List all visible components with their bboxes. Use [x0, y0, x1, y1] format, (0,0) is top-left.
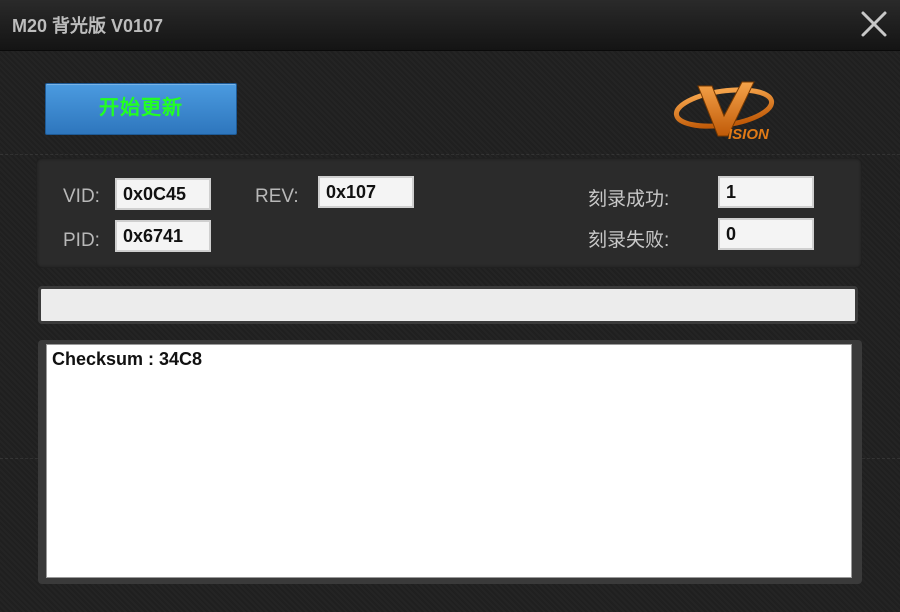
fail-count-label: 刻录失败:	[588, 230, 670, 251]
log-frame: Checksum : 34C8	[38, 340, 862, 584]
vision-logo: ISION	[668, 78, 786, 144]
log-textarea[interactable]: Checksum : 34C8	[46, 344, 852, 578]
divider	[0, 154, 900, 155]
device-info-panel: VID: 0x0C45 PID: 0x6741 REV: 0x107 刻录成功:…	[36, 158, 862, 268]
fail-count-field[interactable]: 0	[718, 218, 814, 250]
success-count-field[interactable]: 1	[718, 176, 814, 208]
pid-field[interactable]: 0x6741	[115, 220, 211, 252]
progress-bar	[38, 286, 858, 324]
vid-label: VID:	[63, 186, 100, 207]
pid-label: PID:	[63, 230, 100, 251]
success-count-label: 刻录成功:	[588, 189, 670, 210]
logo-text: ISION	[728, 126, 770, 143]
start-update-button[interactable]: 开始更新	[45, 83, 237, 135]
rev-field[interactable]: 0x107	[318, 176, 414, 208]
window-title: M20 背光版 V0107	[12, 16, 164, 36]
close-button[interactable]	[858, 8, 890, 40]
rev-label: REV:	[255, 186, 299, 207]
app-window: M20 背光版 V0107 开始更新 ISION VID: 0x0C45 PID…	[0, 0, 900, 612]
close-icon	[861, 11, 887, 37]
vid-field[interactable]: 0x0C45	[115, 178, 211, 210]
title-bar[interactable]: M20 背光版 V0107	[0, 0, 900, 51]
